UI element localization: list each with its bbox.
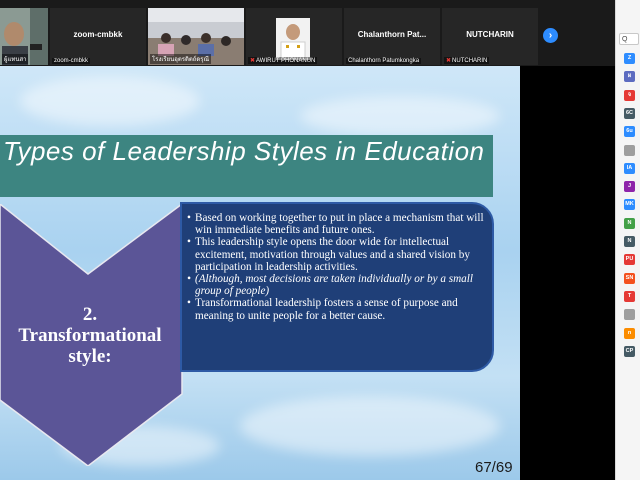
participant-tile-5[interactable]: Chalanthorn Pat... Chalanthorn Patumkong… (344, 8, 440, 65)
title-band: Types of Leadership Styles in Education (0, 135, 493, 197)
participant-avatar[interactable]: N (624, 217, 635, 229)
bullet-item: Based on working together to put in plac… (186, 212, 486, 236)
participant-avatar[interactable]: CP (624, 345, 635, 357)
participant-avatar[interactable]: 6C (624, 107, 635, 119)
cloud-decoration (300, 96, 500, 136)
bullet-item: This leadership style opens the door wid… (186, 236, 486, 273)
participant-avatar[interactable]: PU (624, 254, 635, 266)
participant-photo (276, 18, 310, 60)
style-name: Transformational style: (18, 325, 162, 367)
slide-title: Types of Leadership Styles in Education (3, 136, 485, 166)
participant-avatar[interactable]: J (624, 181, 635, 193)
participant-label: Chalanthorn Patumkongka (346, 58, 422, 64)
content-box: Based on working together to put in plac… (180, 202, 494, 372)
next-page-button[interactable]: › (543, 28, 558, 43)
participant-tile-6[interactable]: NUTCHARIN ✖NUTCHARIN (442, 8, 538, 65)
presentation-slide: Types of Leadership Styles in Education … (0, 66, 520, 480)
participant-avatar[interactable] (624, 309, 635, 321)
participant-avatar[interactable]: n (624, 327, 635, 339)
participant-tile-3[interactable]: โรงเรียนอุตรดิตถ์ดรุณี (148, 8, 244, 65)
participant-tile-2[interactable]: zoom-cmbkk zoom-cmbkk (50, 8, 146, 65)
participant-avatar[interactable]: Z (624, 53, 635, 64)
participant-name: NUTCHARIN (466, 30, 514, 39)
bullet-list: Based on working together to put in plac… (186, 212, 486, 322)
participant-avatar[interactable]: MK (624, 199, 635, 211)
slide-page-number: 67/69 (475, 459, 513, 476)
participant-label: zoom-cmbkk (52, 58, 91, 64)
participant-avatar[interactable]: T (624, 290, 635, 302)
participant-label: โรงเรียนอุตรดิตถ์ดรุณี (150, 54, 212, 64)
style-label: 2. Transformational style: (0, 304, 180, 367)
shared-screen: Types of Leadership Styles in Education … (0, 66, 615, 480)
participant-avatar[interactable]: SN (624, 272, 635, 284)
participant-tile-1[interactable]: ผู้แทนสา (0, 8, 48, 65)
participant-avatar[interactable]: IA (624, 162, 635, 174)
participant-avatar[interactable]: ผ (624, 71, 635, 83)
participant-label: ✖NUTCHARIN (444, 57, 490, 64)
mic-muted-icon: ✖ (250, 58, 256, 64)
participant-strip: ผู้แทนสา zoom-cmbkk zoom-cmbkk โรงเรียนอ… (0, 0, 615, 66)
bullet-item: Transformational leadership fosters a se… (186, 297, 486, 321)
participant-name: zoom-cmbkk (73, 30, 123, 39)
participant-label: ผู้แทนสา (2, 54, 29, 64)
mic-muted-icon: ✖ (446, 58, 452, 64)
participant-tile-4[interactable]: ✖AWIRUT PHONANUN (246, 8, 342, 65)
participant-label: ✖AWIRUT PHONANUN (248, 57, 318, 64)
participant-avatar[interactable]: 6u (624, 126, 635, 138)
participant-avatar[interactable]: จ (624, 89, 635, 101)
bullet-item: (Although, most decisions are taken indi… (186, 273, 486, 297)
participant-name: Chalanthorn Pat... (357, 30, 427, 39)
participants-panel: Q Z ผจ 6C 6u IA J MK N N PU SN Tn CP (615, 0, 640, 480)
cloud-decoration (20, 76, 200, 126)
cloud-decoration (240, 396, 500, 456)
style-number: 2. (82, 304, 98, 325)
participant-avatar[interactable]: N (624, 236, 635, 247)
participant-avatar[interactable] (624, 144, 635, 156)
search-input[interactable]: Q (619, 33, 639, 45)
